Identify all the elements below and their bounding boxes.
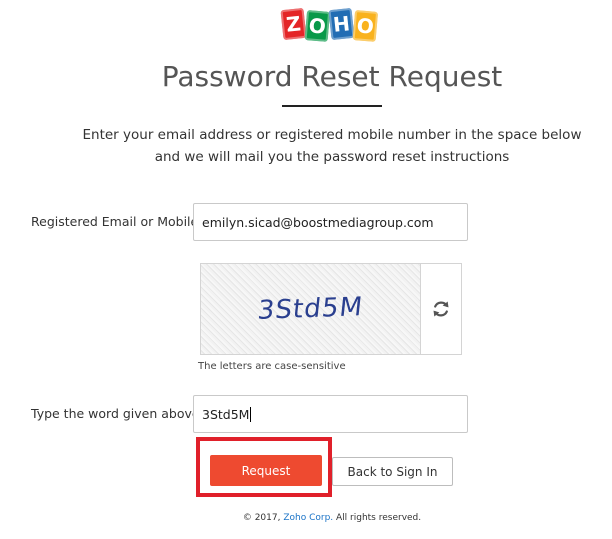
- captcha: 3Std5M: [200, 263, 462, 355]
- captcha-text: 3Std5M: [256, 292, 365, 326]
- text-caret: [250, 406, 252, 422]
- zoho-logo: Z O H O: [280, 7, 380, 45]
- zoho-logo-tile-z: Z: [280, 7, 307, 41]
- instructions: Enter your email address or registered m…: [0, 124, 612, 168]
- email-field[interactable]: emilyn.sicad@boostmediagroup.com: [193, 203, 468, 241]
- captcha-answer-field[interactable]: 3Std5M: [193, 395, 468, 433]
- request-button[interactable]: Request: [210, 455, 322, 486]
- footer-company-link[interactable]: Zoho Corp.: [283, 513, 333, 523]
- captcha-answer-label: Type the word given above: [31, 406, 200, 421]
- zoho-logo-tile-h: H: [328, 7, 355, 41]
- footer: © 2017, Zoho Corp. All rights reserved.: [0, 513, 612, 523]
- page-title: Password Reset Request: [161, 60, 503, 93]
- refresh-icon: [433, 301, 449, 317]
- captcha-hint: The letters are case-sensitive: [198, 361, 346, 372]
- title-divider: [282, 105, 382, 107]
- footer-rights: All rights reserved.: [333, 513, 422, 523]
- email-label: Registered Email or Mobile: [31, 214, 199, 229]
- captcha-answer-value: 3Std5M: [202, 406, 250, 422]
- zoho-logo-tile-o: O: [304, 10, 331, 42]
- instructions-line-2: and we will mail you the password reset …: [154, 149, 510, 165]
- email-field-value: emilyn.sicad@boostmediagroup.com: [202, 214, 434, 230]
- footer-copyright: © 2017,: [242, 513, 284, 523]
- instructions-line-1: Enter your email address or registered m…: [82, 127, 582, 143]
- back-to-sign-in-button[interactable]: Back to Sign In: [332, 457, 453, 486]
- captcha-image: 3Std5M: [201, 264, 421, 354]
- zoho-logo-tile-o2: O: [352, 10, 379, 42]
- captcha-refresh-button[interactable]: [421, 264, 461, 354]
